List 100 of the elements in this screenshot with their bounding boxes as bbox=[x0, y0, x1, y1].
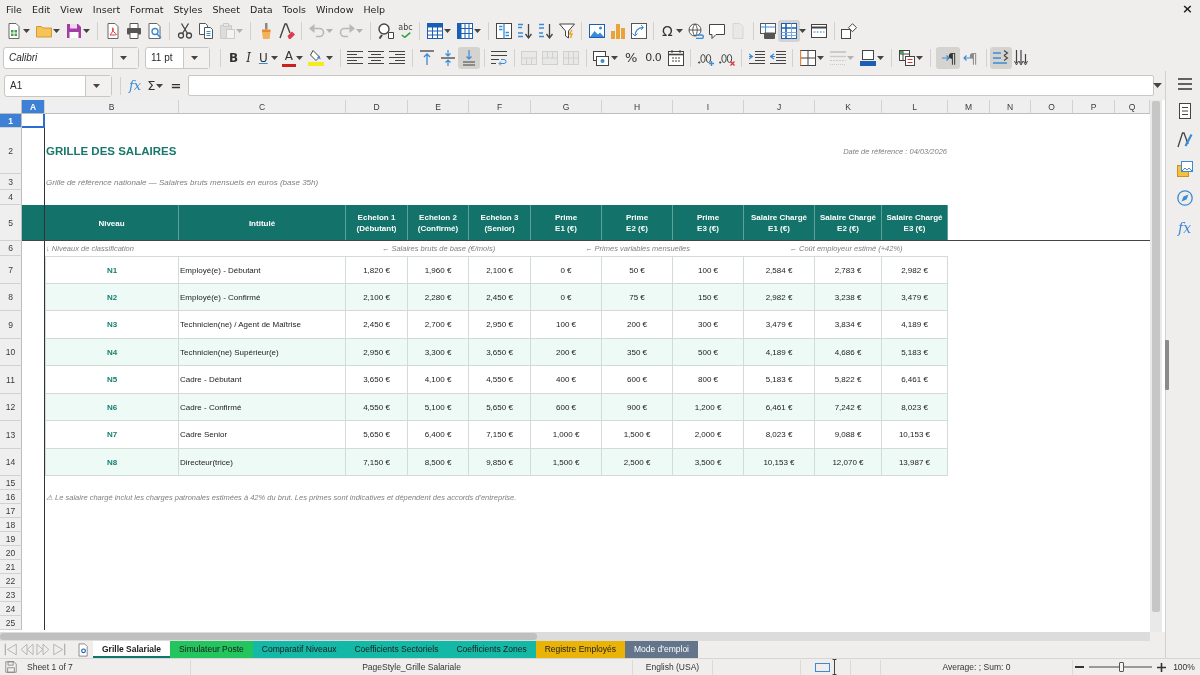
number-format-button[interactable]: 0.0 bbox=[642, 47, 665, 68]
bold-button[interactable]: B bbox=[226, 47, 242, 68]
caret-icon[interactable] bbox=[474, 29, 481, 33]
sort-icon[interactable] bbox=[495, 23, 512, 39]
row-header[interactable]: 13 bbox=[0, 421, 22, 449]
column-header[interactable]: I bbox=[673, 100, 744, 114]
menu-item[interactable]: Sheet bbox=[207, 2, 245, 16]
compass-icon[interactable] bbox=[1176, 190, 1193, 206]
row-header[interactable]: 19 bbox=[0, 532, 22, 546]
caret-icon[interactable] bbox=[325, 55, 333, 60]
zoom-in-icon[interactable] bbox=[1157, 662, 1166, 672]
align-left-icon[interactable] bbox=[347, 49, 364, 66]
pen-icon[interactable] bbox=[1176, 132, 1193, 148]
row-header[interactable]: 9 bbox=[0, 311, 22, 339]
sort-descending-icon[interactable] bbox=[537, 23, 554, 39]
column-header[interactable]: O bbox=[1031, 100, 1073, 114]
underline-button[interactable]: U bbox=[255, 47, 271, 68]
row-header[interactable]: 4 bbox=[0, 190, 22, 205]
align-bottom-icon[interactable] bbox=[458, 46, 481, 69]
row-header[interactable]: 11 bbox=[0, 366, 22, 394]
column-header[interactable]: K bbox=[815, 100, 882, 114]
new-spreadsheet-icon[interactable] bbox=[5, 23, 22, 39]
menu-item[interactable]: Tools bbox=[277, 2, 311, 16]
speech-bubble-icon[interactable] bbox=[709, 23, 726, 39]
caret-icon[interactable] bbox=[120, 55, 127, 60]
zoom-slider-thumb[interactable] bbox=[1118, 662, 1124, 672]
row-header[interactable]: 22 bbox=[0, 574, 22, 588]
menu-item[interactable]: Styles bbox=[168, 2, 208, 16]
borders-icon[interactable] bbox=[799, 49, 816, 66]
globe-link-icon[interactable] bbox=[688, 23, 705, 39]
column-header[interactable]: C bbox=[179, 100, 346, 114]
align-center-icon[interactable] bbox=[368, 49, 385, 66]
row-header[interactable]: 6 bbox=[0, 241, 22, 256]
banknotes-icon[interactable] bbox=[593, 49, 610, 66]
freeze-grid-icon[interactable] bbox=[778, 20, 801, 42]
font-name-field[interactable]: Calibri bbox=[3, 46, 139, 69]
column-header[interactable]: Q bbox=[1115, 100, 1150, 114]
row-header[interactable]: 24 bbox=[0, 602, 22, 616]
column-header[interactable]: P bbox=[1073, 100, 1115, 114]
row-header[interactable]: 16 bbox=[0, 490, 22, 504]
find-replace-icon[interactable] bbox=[377, 23, 394, 39]
document-lines-icon[interactable] bbox=[1176, 103, 1193, 119]
row-header[interactable]: 1 bbox=[0, 114, 22, 128]
sort-ascending-icon[interactable] bbox=[516, 23, 533, 39]
column-header[interactable]: F bbox=[469, 100, 531, 114]
vertical-scrollbar[interactable] bbox=[1150, 100, 1162, 632]
name-box-field[interactable]: A1 bbox=[4, 74, 112, 97]
caret-icon[interactable] bbox=[53, 29, 60, 33]
column-header[interactable]: J bbox=[744, 100, 815, 114]
menu-icon[interactable] bbox=[1177, 78, 1192, 90]
row-header[interactable]: 5 bbox=[0, 205, 22, 241]
caret-icon[interactable] bbox=[916, 55, 924, 60]
column-header[interactable]: B bbox=[45, 100, 179, 114]
menu-item[interactable]: Format bbox=[125, 2, 169, 16]
align-right-icon[interactable] bbox=[389, 49, 406, 66]
caret-icon[interactable] bbox=[1153, 83, 1162, 88]
column-header[interactable]: A bbox=[22, 100, 45, 114]
increase-indent-icon[interactable] bbox=[748, 49, 765, 66]
menu-item[interactable]: Data bbox=[244, 2, 278, 16]
table-rows-icon[interactable] bbox=[426, 23, 443, 39]
row-header[interactable]: 14 bbox=[0, 449, 22, 476]
dropdown-button[interactable] bbox=[183, 47, 209, 68]
menu-item[interactable]: Edit bbox=[26, 2, 56, 16]
caret-icon[interactable] bbox=[675, 29, 683, 33]
sheet-tab[interactable]: Registre Employés bbox=[535, 641, 625, 658]
caret-icon[interactable] bbox=[817, 55, 825, 60]
row-header[interactable]: 18 bbox=[0, 518, 22, 532]
menu-item[interactable]: Window bbox=[310, 2, 359, 16]
caret-icon[interactable] bbox=[83, 29, 90, 33]
sum-button[interactable]: Σ bbox=[146, 75, 157, 96]
sheet-tab[interactable]: Grille Salariale bbox=[93, 641, 171, 658]
decrease-indent-icon[interactable] bbox=[769, 49, 786, 66]
row-header[interactable]: 8 bbox=[0, 284, 22, 311]
row-header[interactable]: 10 bbox=[0, 339, 22, 366]
italic-button[interactable]: I bbox=[243, 47, 254, 68]
sheet-tab[interactable]: Coefficients Zones bbox=[447, 641, 536, 658]
column-header[interactable]: E bbox=[408, 100, 469, 114]
row-header[interactable]: 17 bbox=[0, 504, 22, 518]
funnel-icon[interactable] bbox=[558, 23, 575, 39]
horizontal-scrollbar[interactable] bbox=[0, 632, 1150, 641]
caret-icon[interactable] bbox=[156, 83, 164, 88]
formula-input-field[interactable] bbox=[188, 75, 1154, 96]
caret-icon[interactable] bbox=[191, 55, 198, 60]
menu-item[interactable]: View bbox=[55, 2, 88, 16]
sheet-tab[interactable]: Comparatif Niveaux bbox=[252, 641, 346, 658]
wrap-text-icon[interactable] bbox=[491, 49, 508, 66]
sheet-tab[interactable]: Simulateur Poste bbox=[170, 641, 253, 658]
vertical-text-icon[interactable] bbox=[1014, 49, 1031, 66]
image-icon[interactable] bbox=[588, 23, 605, 39]
pdf-document-icon[interactable] bbox=[104, 23, 121, 39]
column-header[interactable]: M bbox=[948, 100, 990, 114]
conditional-format-icon[interactable] bbox=[898, 49, 915, 66]
caret-icon[interactable] bbox=[93, 83, 100, 88]
caret-icon[interactable] bbox=[295, 55, 303, 60]
sheet-tab[interactable]: Mode d'emploi bbox=[625, 641, 698, 658]
menu-item[interactable]: Insert bbox=[87, 2, 126, 16]
caret-icon[interactable] bbox=[877, 55, 885, 60]
formula-button[interactable]: = bbox=[167, 75, 185, 96]
column-header[interactable]: H bbox=[602, 100, 673, 114]
row-header[interactable]: 20 bbox=[0, 546, 22, 560]
